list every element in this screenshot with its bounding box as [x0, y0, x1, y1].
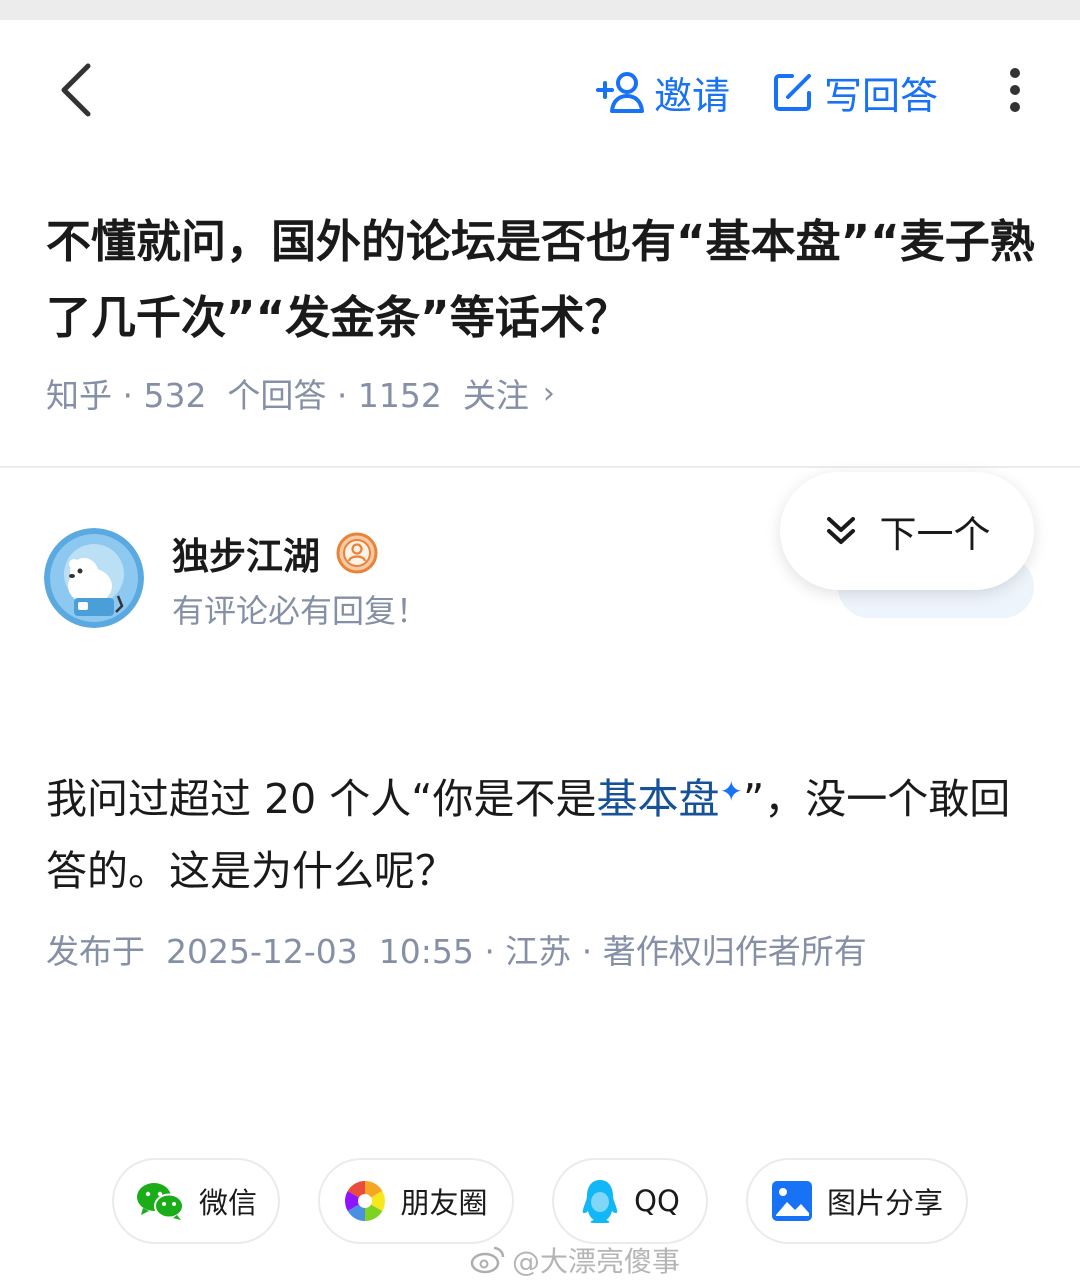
write-answer-label: 写回答	[824, 73, 939, 118]
invite-button[interactable]: 邀请	[596, 64, 730, 120]
weibo-icon	[470, 1245, 506, 1275]
answer-text-before: 我问过超过 20 个人“你是不是	[46, 775, 597, 823]
share-wechat-button[interactable]: 微信	[112, 1158, 280, 1244]
chevron-right-icon: ›	[542, 375, 555, 411]
author-name[interactable]: 独步江湖	[172, 526, 378, 580]
moments-icon	[344, 1180, 386, 1222]
more-vertical-icon	[1008, 67, 1022, 117]
question-title[interactable]: 不懂就问，国外的论坛是否也有“基本盘”“麦子熟了几千次”“发金条”等话术？	[46, 204, 1036, 356]
verified-badge-icon	[336, 532, 378, 574]
top-nav-bar: 邀请 写回答	[0, 20, 1080, 160]
author-bio: 有评论必有回复！	[172, 592, 429, 630]
share-bar: 微信 朋友圈 QQ 图片分享	[0, 1158, 1080, 1246]
chevron-left-icon	[56, 62, 96, 122]
share-qq-label: QQ	[634, 1184, 680, 1218]
sparkle-icon: ✦	[719, 775, 743, 808]
write-answer-button[interactable]: 写回答	[772, 64, 938, 120]
share-moments-button[interactable]: 朋友圈	[318, 1158, 514, 1244]
wechat-icon	[135, 1180, 185, 1222]
avatar[interactable]	[44, 528, 144, 628]
keyword-link[interactable]: 基本盘	[596, 775, 719, 823]
edit-icon	[772, 71, 814, 113]
next-answer-label: 下一个	[879, 513, 991, 556]
share-image-button[interactable]: 图片分享	[746, 1158, 968, 1244]
watermark: @大漂亮傻事	[470, 1240, 680, 1280]
question-meta-text: 知乎 · 532 个回答 · 1152 关注	[46, 376, 529, 415]
watermark-text: @大漂亮傻事	[512, 1245, 681, 1278]
double-chevron-down-icon	[824, 514, 858, 548]
share-qq-button[interactable]: QQ	[552, 1158, 708, 1244]
image-icon	[771, 1180, 813, 1222]
share-image-label: 图片分享	[826, 1186, 943, 1220]
back-button[interactable]	[48, 60, 104, 124]
add-user-icon	[596, 70, 644, 114]
status-bar-strip	[0, 0, 1080, 20]
author-name-text: 独步江湖	[172, 535, 320, 578]
invite-label: 邀请	[654, 73, 731, 118]
more-options-button[interactable]	[998, 64, 1032, 120]
share-moments-label: 朋友圈	[400, 1186, 488, 1220]
qq-penguin-icon	[580, 1178, 620, 1224]
share-wechat-label: 微信	[198, 1186, 257, 1220]
author-info[interactable]: 独步江湖 有评论必有回复！	[44, 524, 744, 634]
divider	[0, 466, 1080, 468]
next-answer-button[interactable]: 下一个	[780, 472, 1034, 590]
answer-content: 我问过超过 20 个人“你是不是基本盘✦”，没一个敢回答的。这是为什么呢？	[46, 756, 1036, 907]
publish-info: 发布于 2025-12-03 10:55 · 江苏 · 著作权归作者所有	[46, 932, 867, 971]
question-meta[interactable]: 知乎 · 532 个回答 · 1152 关注 ›	[46, 368, 555, 418]
